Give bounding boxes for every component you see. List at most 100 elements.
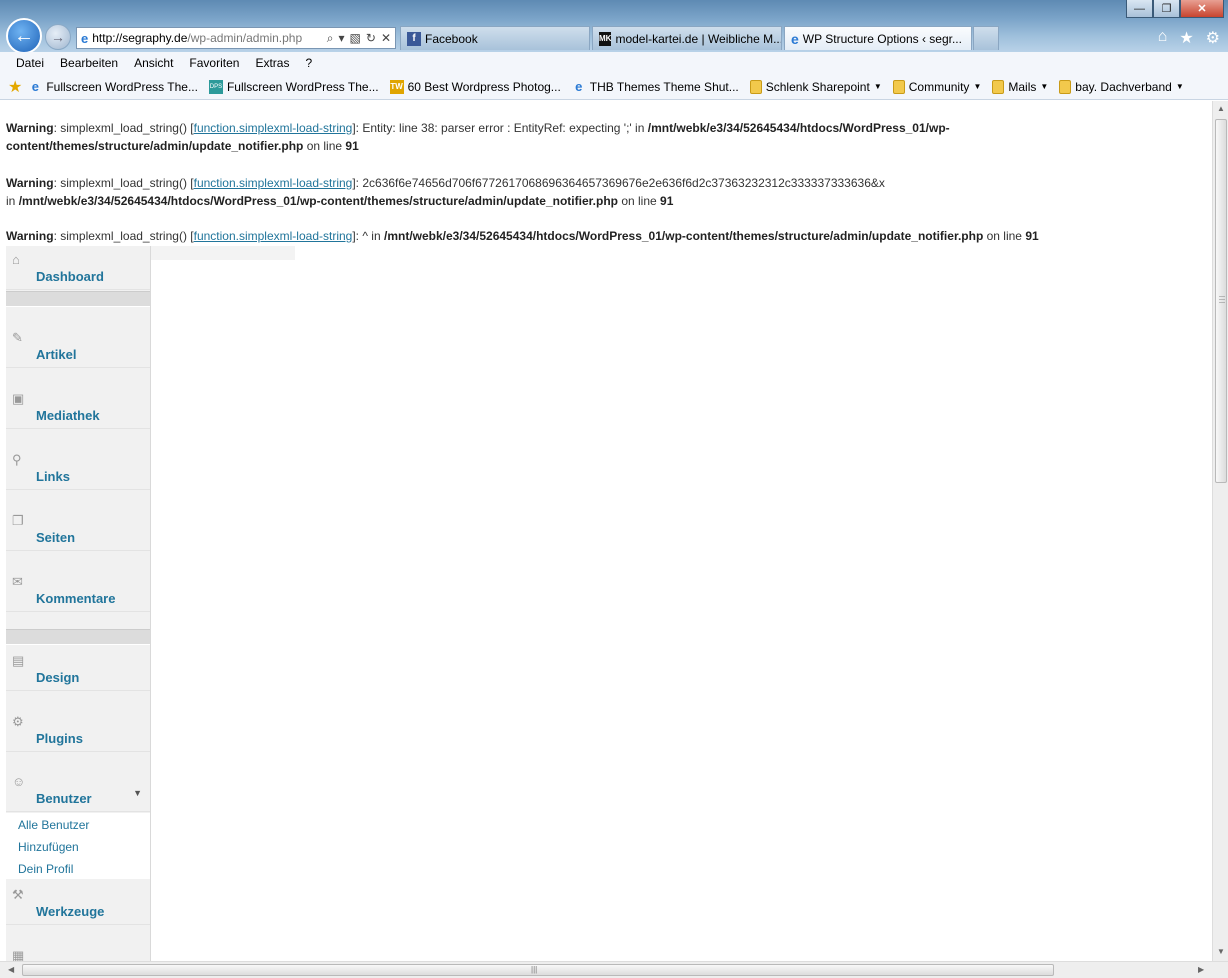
stop-icon[interactable]: ✕	[381, 31, 391, 46]
comments-icon: ✉	[12, 574, 23, 589]
menu-favoriten[interactable]: Favoriten	[189, 56, 239, 70]
favorite-folder[interactable]: bay. Dachverband ▼	[1059, 79, 1184, 94]
sidebar-item-label: Design	[36, 670, 80, 685]
sidebar-item-artikel[interactable]: ✎ Artikel	[6, 324, 150, 368]
warning-function-link[interactable]: function.simplexml-load-string	[194, 121, 353, 135]
horizontal-scroll-thumb[interactable]: |||	[22, 964, 1054, 976]
submenu-item-hinzufuegen[interactable]: Hinzufügen	[18, 840, 79, 854]
gear-icon[interactable]: ⚙	[1206, 28, 1220, 48]
new-tab-button[interactable]	[973, 26, 999, 50]
scroll-right-icon[interactable]: ▶	[1198, 965, 1204, 974]
chevron-down-icon: ▼	[1175, 82, 1184, 91]
favorite-link[interactable]: TW 60 Best Wordpress Photog...	[389, 79, 561, 94]
menu-bearbeiten[interactable]: Bearbeiten	[60, 56, 118, 70]
vertical-scroll-thumb[interactable]: — — —	[1215, 119, 1227, 483]
sidebar-item-seiten[interactable]: ❐ Seiten	[6, 507, 150, 551]
favorites-star-icon[interactable]: ★	[1179, 28, 1193, 48]
favorite-link[interactable]: e THB Themes Theme Shut...	[572, 79, 739, 94]
favorite-folder[interactable]: Mails ▼	[992, 79, 1049, 94]
sidebar-item-label: Seiten	[36, 530, 76, 545]
chevron-down-icon: ▼	[1040, 82, 1049, 91]
tab-model-kartei[interactable]: MK model-kartei.de | Weibliche M...	[592, 26, 782, 50]
sidebar-item-label: Plugins	[36, 731, 83, 746]
menu-separator	[6, 291, 150, 307]
pages-icon: ❐	[12, 513, 24, 528]
menu-ansicht[interactable]: Ansicht	[134, 56, 173, 70]
scroll-down-icon[interactable]: ▼	[1217, 947, 1225, 956]
compat-icon[interactable]: ▧	[350, 31, 361, 46]
add-favorite-star-icon[interactable]: ★	[8, 77, 22, 97]
refresh-icon[interactable]: ↻	[366, 31, 376, 46]
favorite-link[interactable]: e Fullscreen WordPress The...	[28, 79, 198, 94]
forward-button[interactable]: →	[45, 24, 71, 50]
warning-function-link[interactable]: function.simplexml-load-string	[194, 176, 353, 190]
model-kartei-icon: MK	[599, 31, 612, 46]
users-submenu: Alle Benutzer Hinzufügen Dein Profil	[6, 813, 150, 879]
sidebar-item-werkzeuge[interactable]: ⚒ Werkzeuge	[6, 881, 150, 925]
favorite-link[interactable]: DPS Fullscreen WordPress The...	[208, 79, 379, 94]
php-warning: Warning: simplexml_load_string() [functi…	[6, 176, 885, 208]
home-icon[interactable]: ⌂	[1158, 28, 1168, 48]
menu-separator	[6, 629, 150, 645]
close-tab-icon[interactable]: ✕	[970, 31, 971, 47]
plugins-icon: ⚙	[12, 714, 24, 729]
chevron-down-icon: ▼	[973, 82, 982, 91]
sidebar-item-plugins[interactable]: ⚙ Plugins	[6, 708, 150, 752]
site-icon: DPS	[208, 79, 223, 94]
search-icon[interactable]: ⌕	[327, 31, 334, 46]
tab-label: WP Structure Options ‹ segr...	[802, 31, 962, 46]
sidebar-item-label: Mediathek	[36, 408, 100, 423]
close-window-button[interactable]: ✕	[1180, 0, 1224, 18]
minimize-button[interactable]: —	[1126, 0, 1153, 18]
site-icon: TW	[389, 79, 404, 94]
admin-header-stub	[150, 246, 295, 260]
facebook-icon: f	[407, 31, 421, 46]
sidebar-item-benutzer[interactable]: ☺ Benutzer ▼	[6, 768, 150, 812]
sidebar-item-dashboard[interactable]: ⌂ Dashboard	[6, 246, 150, 290]
sidebar-item-label: Werkzeuge	[36, 904, 105, 919]
sidebar-item-next[interactable]: ▦	[6, 942, 150, 961]
scroll-left-icon[interactable]: ◀	[8, 965, 14, 974]
php-warning: Warning: simplexml_load_string() [functi…	[6, 121, 950, 153]
address-url: http://segraphy.de/wp-admin/admin.php	[92, 31, 303, 45]
menu-help[interactable]: ?	[305, 56, 312, 70]
sidebar-item-mediathek[interactable]: ▣ Mediathek	[6, 385, 150, 429]
dropdown-icon[interactable]: ▾	[339, 31, 345, 46]
favorite-folder[interactable]: Community ▼	[892, 79, 982, 94]
chevron-down-icon[interactable]: ▼	[133, 788, 142, 798]
tab-label: Facebook	[425, 31, 478, 46]
warning-function-link[interactable]: function.simplexml-load-string	[194, 229, 353, 243]
folder-icon	[992, 79, 1005, 94]
grip-icon: |||	[531, 965, 538, 974]
tab-label: model-kartei.de | Weibliche M...	[615, 31, 782, 46]
sidebar-item-label: Dashboard	[36, 269, 104, 284]
back-button[interactable]: ←	[6, 18, 42, 54]
menu-datei[interactable]: Datei	[16, 56, 44, 70]
pin-icon: ✎	[12, 330, 23, 345]
sidebar-item-links[interactable]: ⚲ Links	[6, 446, 150, 490]
dashboard-icon: ⌂	[12, 252, 20, 267]
tab-facebook[interactable]: f Facebook	[400, 26, 590, 50]
menu-extras[interactable]: Extras	[255, 56, 289, 70]
vertical-scrollbar[interactable]: ▲ — — — ▼	[1212, 101, 1228, 961]
php-warning: Warning: simplexml_load_string() [functi…	[6, 229, 1039, 243]
settings-icon: ▦	[12, 948, 25, 961]
favorite-folder[interactable]: Schlenk Sharepoint ▼	[749, 79, 882, 94]
sidebar-item-label: Benutzer	[36, 791, 92, 806]
sidebar-item-design[interactable]: ▤ Design	[6, 647, 150, 691]
link-icon: ⚲	[12, 452, 22, 467]
submenu-item-alle-benutzer[interactable]: Alle Benutzer	[18, 818, 89, 832]
appearance-icon: ▤	[12, 653, 25, 668]
media-icon: ▣	[12, 391, 25, 406]
address-bar[interactable]: e http://segraphy.de/wp-admin/admin.php …	[76, 27, 396, 49]
folder-icon	[749, 79, 762, 94]
sidebar-item-kommentare[interactable]: ✉ Kommentare	[6, 568, 150, 612]
scroll-up-icon[interactable]: ▲	[1217, 104, 1225, 113]
submenu-item-dein-profil[interactable]: Dein Profil	[18, 862, 73, 876]
menu-bar: Datei Bearbeiten Ansicht Favoriten Extra…	[0, 52, 1228, 74]
horizontal-scrollbar[interactable]: ◀ ||| ▶	[0, 961, 1228, 978]
tab-wp-structure-options[interactable]: e WP Structure Options ‹ segr... ✕	[784, 26, 972, 50]
folder-icon	[1059, 79, 1072, 94]
browser-titlebar: — ❐ ✕ ← → e http://segraphy.de/wp-admin/…	[0, 0, 1228, 54]
maximize-button[interactable]: ❐	[1153, 0, 1180, 18]
